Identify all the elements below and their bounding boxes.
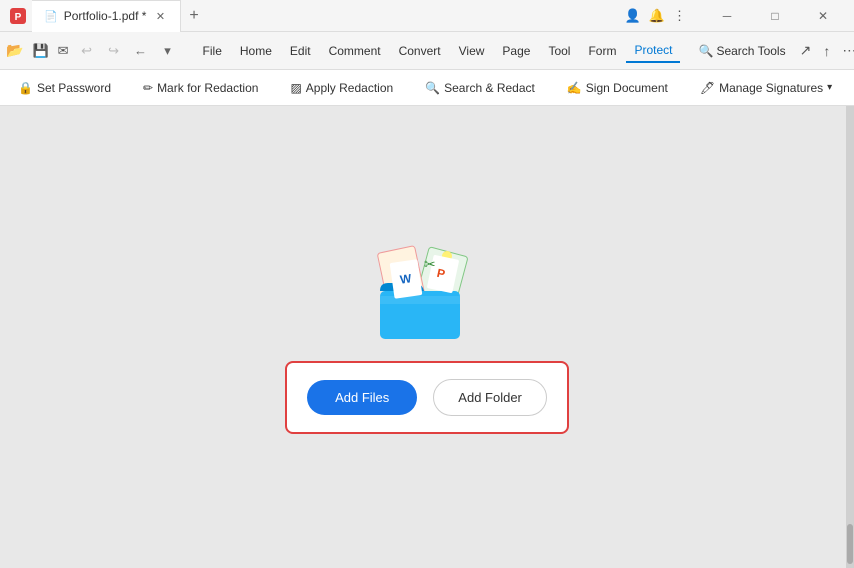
menu-bar: 📂 💾 ✉ ↩ ↪ ← ▾ File Home Edit Comment Con… [0, 32, 854, 70]
center-panel: W P ✂ Add Files Add Folder [285, 241, 569, 434]
svg-text:P: P [15, 12, 22, 23]
signatures-icon: 🖊 [700, 81, 715, 95]
folder-illustration: W P ✂ [362, 241, 492, 341]
maximize-button[interactable]: □ [752, 0, 798, 32]
sign-icon: ✍ [567, 81, 582, 95]
undo-button[interactable]: ↩ [74, 38, 100, 64]
menu-edit[interactable]: Edit [282, 40, 319, 62]
more-menu-icon[interactable]: ⋯ [838, 40, 854, 61]
save-icon[interactable]: 💾 [28, 41, 52, 61]
scrollbar[interactable] [846, 106, 854, 568]
search-icon: 🔍 [698, 44, 713, 58]
menu-comment[interactable]: Comment [321, 40, 389, 62]
ribbon-bar: 🔒 Set Password ✏ Mark for Redaction ▨ Ap… [0, 70, 854, 106]
search-redact-icon: 🔍 [425, 81, 440, 95]
menu-page[interactable]: Page [494, 40, 538, 62]
window-controls: ─ □ ✕ [704, 0, 846, 32]
menu-tool[interactable]: Tool [540, 40, 578, 62]
tab-title: Portfolio-1.pdf * [64, 9, 147, 23]
action-box: Add Files Add Folder [285, 361, 569, 434]
external-link-icon[interactable]: ↗ [796, 40, 816, 61]
title-bar: P 📄 Portfolio-1.pdf * ✕ + 👤 🔔 ⋮ ─ □ ✕ [0, 0, 854, 32]
tab-close-button[interactable]: ✕ [152, 8, 168, 24]
nav-buttons: 📂 💾 ✉ ↩ ↪ ← ▾ [6, 38, 181, 64]
lock-icon: 🔒 [18, 81, 33, 95]
menu-file[interactable]: File [195, 40, 230, 62]
back-button[interactable]: ← [128, 38, 154, 64]
menu-home[interactable]: Home [232, 40, 280, 62]
more-options-icon[interactable]: ⋮ [673, 8, 686, 24]
share-icon[interactable]: ↑ [819, 41, 834, 61]
notification-icon[interactable]: 🔔 [649, 8, 665, 24]
add-folder-button[interactable]: Add Folder [433, 379, 547, 416]
file-icon: 📂 [6, 42, 23, 59]
apply-redaction-button[interactable]: ▨ Apply Redaction [280, 77, 403, 99]
svg-text:✂: ✂ [424, 256, 436, 272]
set-password-button[interactable]: 🔒 Set Password [8, 77, 121, 99]
app-icon: P [8, 6, 28, 26]
tab-bar: 📄 Portfolio-1.pdf * ✕ + [32, 0, 207, 32]
menu-view[interactable]: View [451, 40, 493, 62]
menu-convert[interactable]: Convert [391, 40, 449, 62]
menu-form[interactable]: Form [580, 40, 624, 62]
tab-favicon: 📄 [44, 10, 58, 23]
search-tools-button[interactable]: 🔍 Search Tools [690, 40, 793, 62]
menu-protect[interactable]: Protect [626, 39, 680, 63]
sign-document-button[interactable]: ✍ Sign Document [557, 77, 678, 99]
new-tab-button[interactable]: + [181, 0, 206, 32]
close-button[interactable]: ✕ [800, 0, 846, 32]
apply-icon: ▨ [290, 81, 301, 95]
search-redact-button[interactable]: 🔍 Search & Redact [415, 77, 545, 99]
title-bar-left: P [0, 6, 32, 26]
dropdown-button[interactable]: ▾ [155, 38, 181, 64]
user-icon[interactable]: 👤 [625, 8, 641, 24]
main-content: W P ✂ Add Files Add Folder [0, 106, 854, 568]
redo-button[interactable]: ↪ [101, 38, 127, 64]
dropdown-arrow-icon: ▾ [827, 82, 832, 93]
email-icon[interactable]: ✉ [54, 41, 73, 61]
manage-signatures-button[interactable]: 🖊 Manage Signatures ▾ [690, 77, 842, 99]
title-bar-right: 👤 🔔 ⋮ ─ □ ✕ [625, 0, 854, 32]
mark-redaction-button[interactable]: ✏ Mark for Redaction [133, 77, 268, 99]
minimize-button[interactable]: ─ [704, 0, 750, 32]
scrollbar-thumb[interactable] [847, 524, 853, 564]
title-bar-icons: 👤 🔔 ⋮ [625, 8, 686, 24]
mark-icon: ✏ [143, 81, 153, 95]
add-files-button[interactable]: Add Files [307, 380, 417, 415]
active-tab[interactable]: 📄 Portfolio-1.pdf * ✕ [32, 0, 181, 32]
